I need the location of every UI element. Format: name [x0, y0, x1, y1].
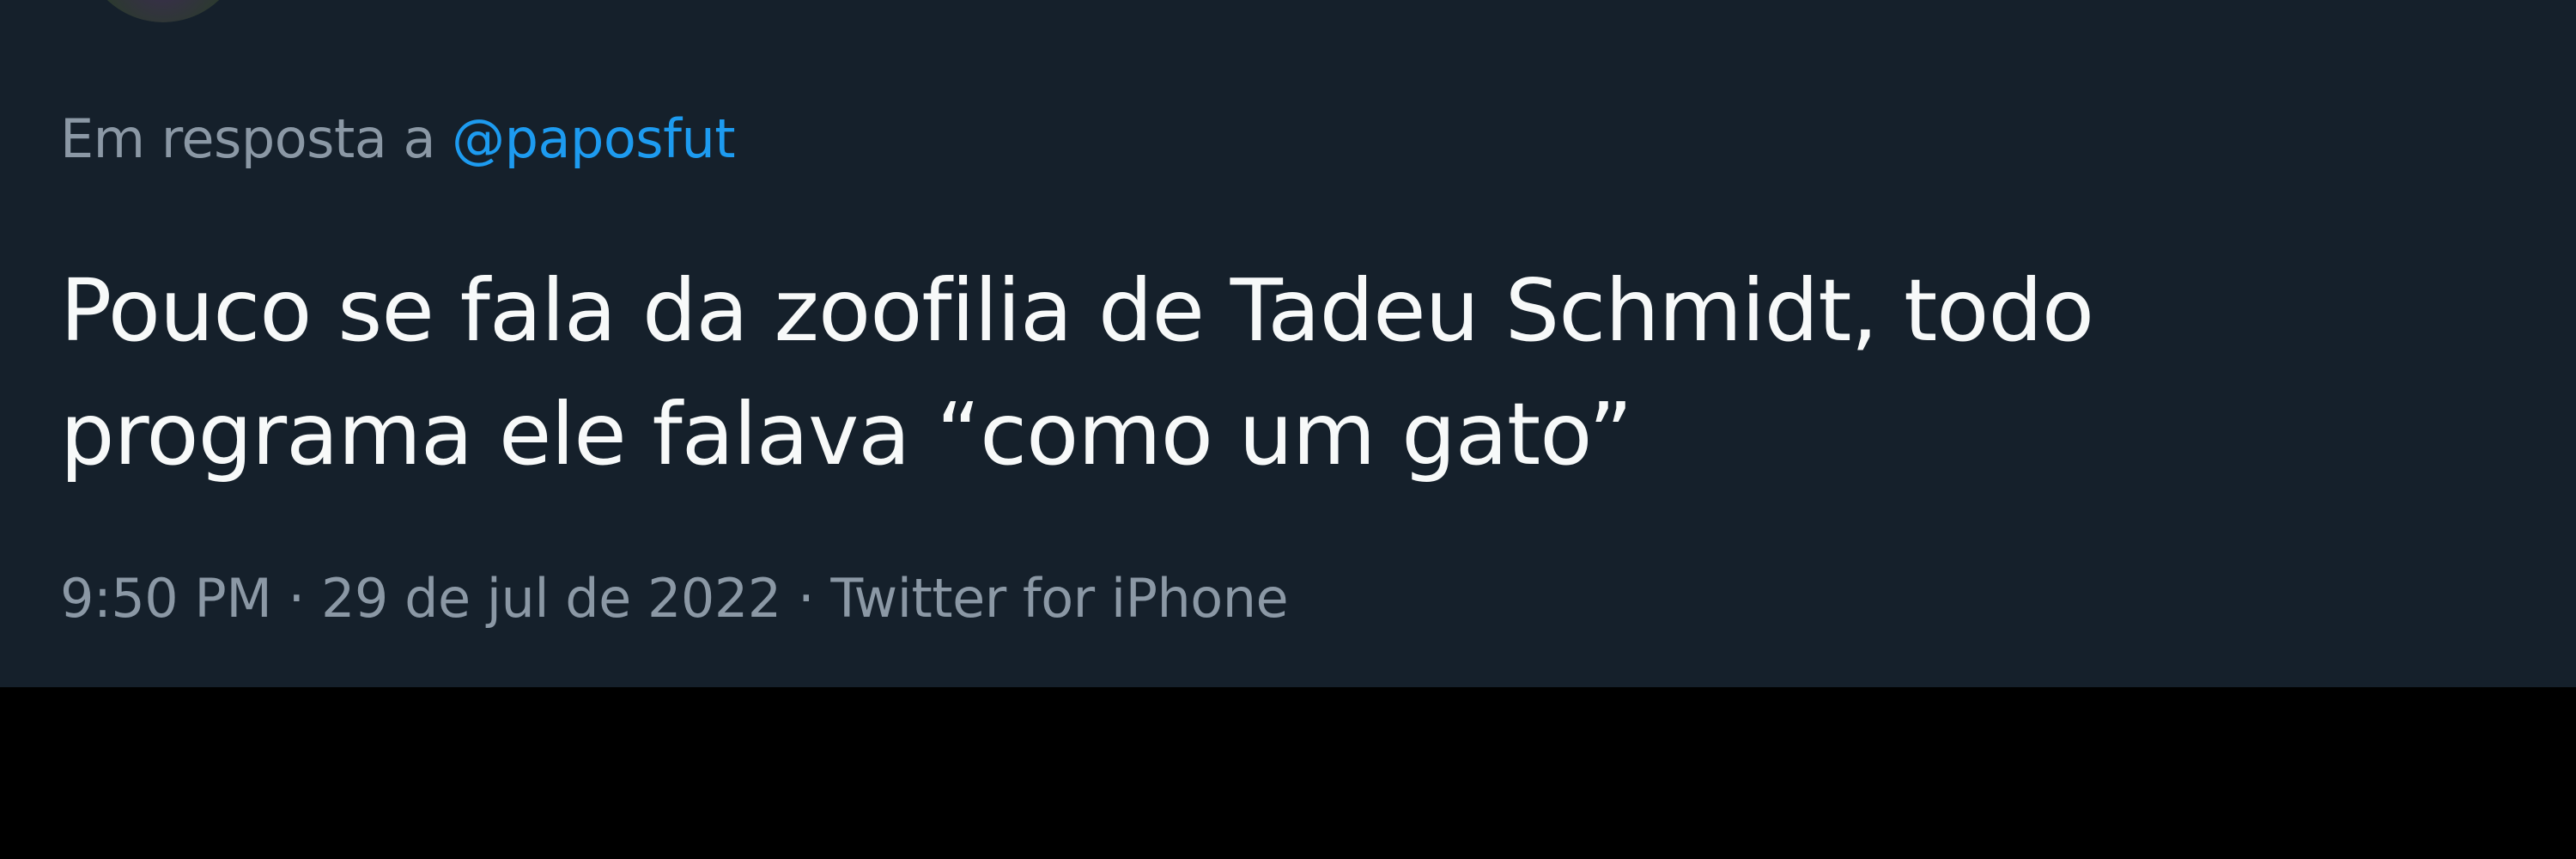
tweet-source[interactable]: Twitter for iPhone: [830, 567, 1288, 630]
reply-handle-link[interactable]: @paposfut: [452, 107, 735, 170]
tweet-time[interactable]: 9:50 PM: [60, 567, 272, 630]
tweet-text: Pouco se fala da zoofilia de Tadeu Schmi…: [60, 249, 2379, 497]
meta-separator: ·: [797, 567, 815, 630]
reply-prefix: Em resposta a: [60, 107, 435, 170]
tweet-text-line: Pouco se fala da zoofilia de Tadeu Schmi…: [60, 260, 2094, 361]
avatar-image: [82, 0, 245, 22]
tweet-date[interactable]: 29 de jul de 2022: [321, 567, 781, 630]
avatar[interactable]: [82, 0, 245, 22]
meta-separator: ·: [288, 567, 306, 630]
reply-context: Em resposta a @paposfut: [60, 107, 736, 170]
tweet-text-line: programa ele falava “como um gato”: [60, 384, 1633, 484]
tweet-card: Em resposta a @paposfut Pouco se fala da…: [0, 0, 2576, 687]
tweet-metadata: 9:50 PM · 29 de jul de 2022 · Twitter fo…: [60, 567, 1289, 630]
